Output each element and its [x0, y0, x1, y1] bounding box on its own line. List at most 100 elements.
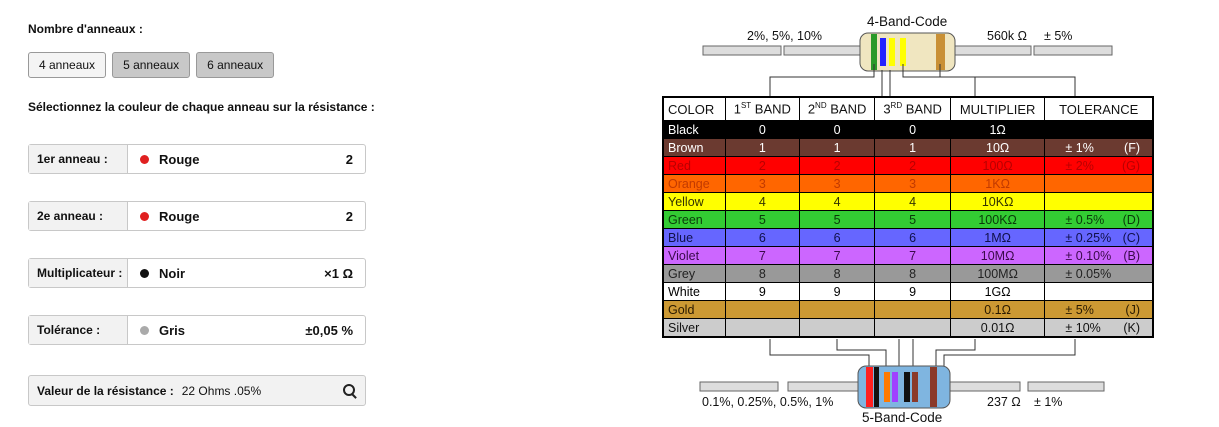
table-cell-b2: 0 [798, 120, 876, 139]
table-cell-tol: ± 0.05% [1044, 264, 1154, 283]
five-band-title: 5-Band-Code [862, 410, 943, 425]
table-cell-color: White [662, 282, 726, 301]
table-cell-b1: 8 [724, 264, 800, 283]
table-cell-color: Brown [662, 138, 726, 157]
header-tolerance: TOLERANCE [1044, 96, 1154, 121]
tolerance-code: (G) [1121, 158, 1140, 173]
table-cell-b1: 3 [724, 174, 800, 193]
tolerance-text: ± 0.05% [1065, 266, 1112, 281]
table-cell-b2: 7 [798, 246, 876, 265]
table-cell-color: Blue [662, 228, 726, 247]
table-cell-b2: 8 [798, 264, 876, 283]
header-band1: 1ST BAND [724, 96, 800, 121]
table-cell-tol: ± 0.25% (C) [1044, 228, 1154, 247]
table-row: Silver 0.01Ω ± 10% (K) [662, 318, 1154, 338]
table-cell-b2 [798, 300, 876, 319]
top-connector-1 [769, 64, 875, 96]
table-cell-b2: 3 [798, 174, 876, 193]
table-cell-color: Red [662, 156, 726, 175]
table-cell-b2 [798, 318, 876, 338]
table-cell-mult: 0.1Ω [949, 300, 1046, 319]
table-row: Grey 8 8 8 100MΩ ± 0.05% [662, 264, 1154, 283]
table-cell-mult: 10Ω [949, 138, 1046, 157]
table-cell-mult: 1MΩ [949, 228, 1046, 247]
table-row: Green 5 5 5 100KΩ ± 0.5% (D) [662, 210, 1154, 229]
table-cell-b3: 8 [874, 264, 951, 283]
table-cell-mult: 100KΩ [949, 210, 1046, 229]
four-band-tolerance: ± 5% [1044, 29, 1073, 43]
table-cell-b1: 5 [724, 210, 800, 229]
table-cell-b3: 1 [874, 138, 951, 157]
table-cell-b3 [874, 318, 951, 338]
top-band-yellow-2 [900, 38, 906, 66]
tolerance-code: (J) [1125, 302, 1140, 317]
header-band3: 3RD BAND [874, 96, 951, 121]
tolerance-code: (F) [1124, 140, 1140, 155]
header-multiplier: MULTIPLIER [949, 96, 1046, 121]
table-row: White 9 9 9 1GΩ [662, 282, 1154, 301]
table-cell-color: Gold [662, 300, 726, 319]
five-band-left-text: 0.1%, 0.25%, 0.5%, 1% [702, 395, 834, 409]
table-cell-color: Black [662, 120, 726, 139]
table-cell-color: Yellow [662, 192, 726, 211]
top-left-lead-2 [783, 45, 861, 56]
tolerance-text: ± 5% [1065, 302, 1094, 317]
table-cell-b1: 1 [724, 138, 800, 157]
table-cell-b3: 5 [874, 210, 951, 229]
four-band-left-text: 2%, 5%, 10% [747, 29, 823, 43]
four-band-value: 560k Ω [987, 29, 1027, 43]
tolerance-code: (K) [1123, 320, 1140, 335]
table-cell-mult: 10MΩ [949, 246, 1046, 265]
table-row: Red 2 2 2 100Ω ± 2% (G) [662, 156, 1154, 175]
table-cell-tol: ± 0.5% (D) [1044, 210, 1154, 229]
table-cell-b3: 2 [874, 156, 951, 175]
table-row: Yellow 4 4 4 10KΩ [662, 192, 1154, 211]
table-cell-tol [1044, 174, 1154, 193]
table-cell-b3: 6 [874, 228, 951, 247]
top-band-blue [880, 38, 886, 66]
table-cell-mult: 100Ω [949, 156, 1046, 175]
tolerance-text: ± 10% [1065, 320, 1101, 335]
table-cell-mult: 100MΩ [949, 264, 1046, 283]
table-cell-color: Silver [662, 318, 726, 338]
tolerance-text: ± 2% [1065, 158, 1094, 173]
table-cell-tol: ± 2% (G) [1044, 156, 1154, 175]
header-band2: 2ND BAND [798, 96, 876, 121]
table-row: Orange 3 3 3 1KΩ [662, 174, 1154, 193]
table-cell-b1: 9 [724, 282, 800, 301]
table-header-row: COLOR 1ST BAND 2ND BAND 3RD BAND MULTIPL… [662, 96, 1154, 121]
table-cell-b1 [724, 300, 800, 319]
table-row: Violet 7 7 7 10MΩ ± 0.10% (B) [662, 246, 1154, 265]
table-cell-b2: 9 [798, 282, 876, 301]
top-band-yellow [889, 38, 895, 66]
table-cell-b1 [724, 318, 800, 338]
table-cell-b3: 0 [874, 120, 951, 139]
table-cell-mult: 1Ω [949, 120, 1046, 139]
table-cell-b1: 6 [724, 228, 800, 247]
table-cell-tol: ± 10% (K) [1044, 318, 1154, 338]
table-cell-color: Orange [662, 174, 726, 193]
table-cell-b2: 6 [798, 228, 876, 247]
five-band-value: 237 Ω [987, 395, 1021, 409]
table-cell-mult: 10KΩ [949, 192, 1046, 211]
table-cell-b3: 9 [874, 282, 951, 301]
table-cell-mult: 1GΩ [949, 282, 1046, 301]
header-color: COLOR [662, 96, 726, 121]
table-cell-b3: 4 [874, 192, 951, 211]
four-band-title: 4-Band-Code [867, 14, 948, 29]
tolerance-text: ± 0.10% [1065, 248, 1112, 263]
table-row: Blue 6 6 6 1MΩ ± 0.25% (C) [662, 228, 1154, 247]
table-cell-color: Green [662, 210, 726, 229]
table-cell-color: Violet [662, 246, 726, 265]
top-left-lead [702, 45, 782, 56]
table-cell-tol: ± 5% (J) [1044, 300, 1154, 319]
table-cell-tol: ± 0.10% (B) [1044, 246, 1154, 265]
table-cell-tol [1044, 192, 1154, 211]
table-cell-b3 [874, 300, 951, 319]
table-cell-b1: 7 [724, 246, 800, 265]
tolerance-text: ± 0.5% [1065, 212, 1105, 227]
table-cell-b2: 5 [798, 210, 876, 229]
color-code-table: COLOR 1ST BAND 2ND BAND 3RD BAND MULTIPL… [662, 96, 1154, 338]
table-cell-b1: 2 [724, 156, 800, 175]
table-cell-b3: 3 [874, 174, 951, 193]
